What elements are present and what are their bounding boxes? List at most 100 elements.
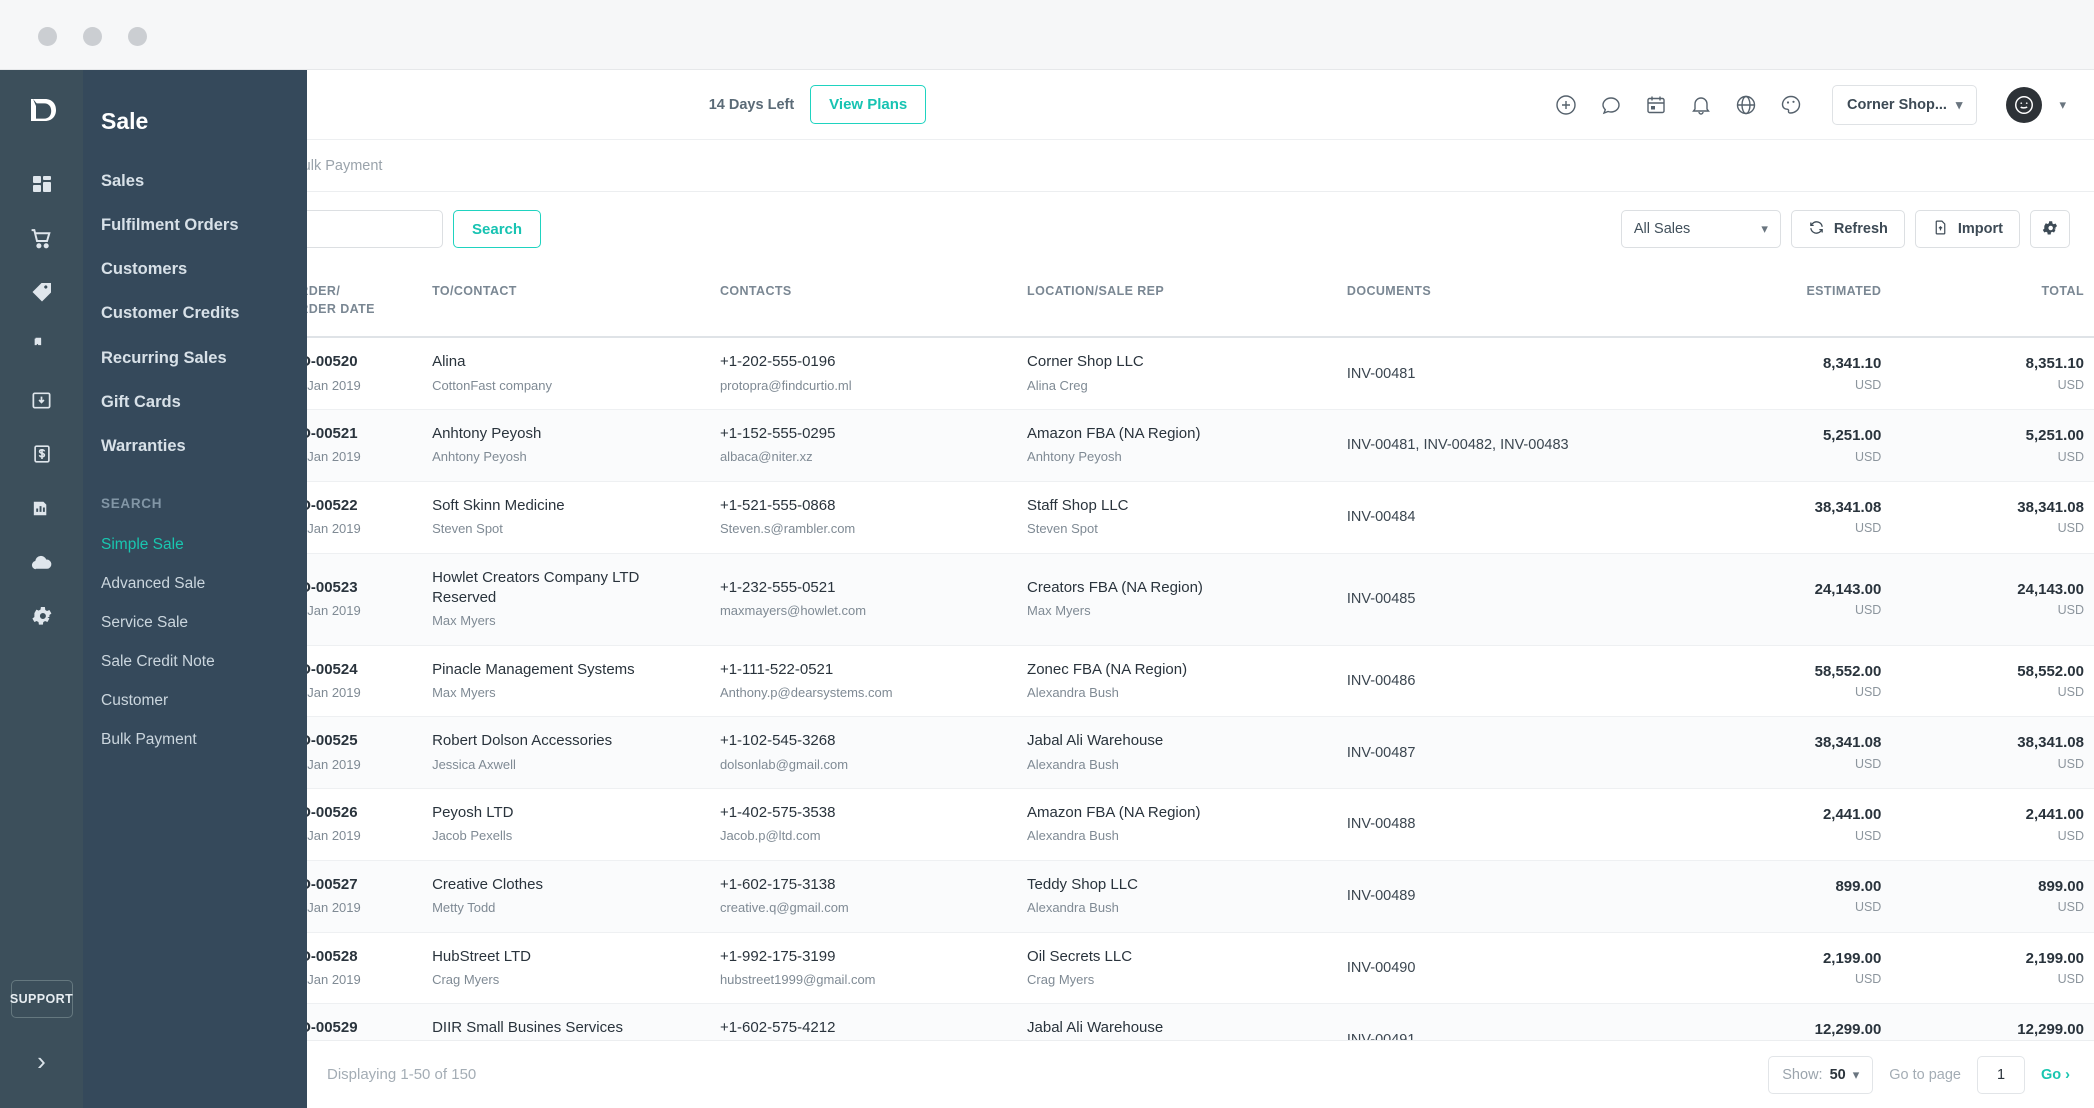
pagination-controls: Show: 50 ▾ Go to page Go › bbox=[1768, 1055, 2070, 1094]
window-maximize-button[interactable] bbox=[128, 27, 147, 46]
document-numbers: INV-00490 bbox=[1346, 959, 1416, 976]
table-row[interactable]: BackorderedSO-0052822 Jan 2019HubStreet … bbox=[83, 932, 2094, 1004]
contacts-cell: +1-111-522-0521 Anthony.p@dearsystems.com bbox=[710, 645, 1017, 717]
total-cell: 5,251.00 USD bbox=[1891, 410, 2094, 482]
customer-name: Soft Skinn Medicine bbox=[432, 496, 565, 514]
total-amount: 2,199.00 bbox=[2025, 949, 2084, 967]
refresh-button[interactable]: Refresh bbox=[1790, 210, 1905, 248]
window-close-button[interactable] bbox=[38, 27, 57, 46]
search-button[interactable]: Search bbox=[453, 210, 542, 248]
page-size-select[interactable]: Show: 50 ▾ bbox=[1768, 1055, 1874, 1094]
sales-filter-select[interactable]: All Sales ▾ bbox=[1620, 210, 1781, 248]
sidebar-item-production[interactable] bbox=[19, 377, 65, 423]
flyout-sub-item-4[interactable]: Customer bbox=[83, 681, 307, 720]
tag-icon bbox=[30, 280, 54, 304]
location-cell: Amazon FBA (NA Region) Alexandra Bush bbox=[1017, 789, 1337, 861]
app-logo-icon[interactable] bbox=[24, 92, 60, 133]
customer-name: Alina bbox=[432, 353, 466, 371]
column-header-documents[interactable]: DOCUMENTS bbox=[1336, 266, 1689, 339]
table-row[interactable]: ShippingSO-0052520 Jan 2019Robert Dolson… bbox=[83, 716, 2094, 789]
support-button[interactable]: SUPPORT bbox=[10, 980, 73, 1018]
estimated-cell: 5,251.00 USD bbox=[1689, 410, 1892, 482]
document-numbers: INV-00486 bbox=[1346, 672, 1416, 689]
customer-name: Creative Clothes bbox=[432, 875, 543, 893]
flyout-sub-item-5[interactable]: Bulk Payment bbox=[83, 720, 307, 759]
page-number-input[interactable] bbox=[1977, 1055, 2025, 1094]
calendar-icon[interactable] bbox=[1642, 91, 1670, 119]
flyout-item-6[interactable]: Warranties bbox=[83, 424, 307, 468]
to-contact-cell: Alina CottonFast company bbox=[422, 337, 710, 409]
flyout-item-4[interactable]: Recurring Sales bbox=[83, 336, 307, 380]
order-number: SO-00528 bbox=[289, 947, 358, 965]
table-row[interactable]: BackorderedSO-0052721 Jan 2019Creative C… bbox=[83, 860, 2094, 932]
pagination-bar: › Displaying 1-50 of 150 Show: 50 ▾ Go t… bbox=[83, 1040, 2094, 1108]
column-header-to-contact[interactable]: TO/CONTACT bbox=[422, 266, 710, 339]
total-cell: 8,351.10 USD bbox=[1891, 337, 2094, 409]
total-currency: USD bbox=[2057, 521, 2084, 536]
table-row[interactable]: InvoicingSO-0052115 Jan 2019Anhtony Peyo… bbox=[83, 409, 2094, 482]
estimated-amount: 5,251.00 bbox=[1822, 427, 1882, 444]
table-row[interactable]: PackedSO-0052317 Jan 2019Howlet Creators… bbox=[83, 553, 2094, 645]
palette-icon[interactable] bbox=[1777, 91, 1805, 119]
document-numbers: INV-00488 bbox=[1346, 816, 1416, 833]
flyout-sub-item-3[interactable]: Sale Credit Note bbox=[83, 642, 307, 681]
sidebar-item-integrations[interactable] bbox=[19, 539, 65, 585]
sidebar-item-sale[interactable] bbox=[19, 215, 65, 261]
contact-email: protopra@findcurtio.ml bbox=[719, 377, 852, 393]
customer-contact: Jessica Axwell bbox=[432, 756, 516, 772]
estimated-currency: USD bbox=[1854, 603, 1882, 618]
sidebar-item-settings[interactable] bbox=[19, 593, 65, 639]
table-row[interactable]: PickedSO-0052419 Jan 2019Pinacle Managem… bbox=[83, 645, 2094, 717]
account-menu-chevron-down-icon[interactable]: ▾ bbox=[2059, 97, 2066, 113]
sidebar-item-purchase[interactable] bbox=[19, 269, 65, 315]
column-header-total[interactable]: TOTAL bbox=[1891, 266, 2094, 339]
globe-icon[interactable] bbox=[1732, 91, 1760, 119]
chart-icon bbox=[30, 497, 53, 520]
avatar[interactable] bbox=[2006, 86, 2043, 123]
documents-cell: INV-00490 bbox=[1337, 932, 1689, 1004]
go-button[interactable]: Go › bbox=[2041, 1067, 2070, 1083]
sidebar-item-reports[interactable] bbox=[19, 485, 65, 531]
customer-name: DIIR Small Busines Services bbox=[432, 1019, 623, 1037]
flyout-sub-item-2[interactable]: Service Sale bbox=[83, 603, 307, 642]
column-header-estimated[interactable]: ESTIMATED bbox=[1688, 266, 1892, 339]
view-plans-button[interactable]: View Plans bbox=[810, 85, 927, 124]
flyout-item-5[interactable]: Gift Cards bbox=[83, 380, 307, 424]
table-row[interactable]: BackorderedSO-0052620 Jan 2019Peyosh LTD… bbox=[83, 789, 2094, 861]
total-amount: 38,341.08 bbox=[2017, 498, 2084, 516]
flyout-sub-item-0[interactable]: Simple Sale bbox=[83, 525, 307, 564]
grid-settings-button[interactable] bbox=[2030, 210, 2070, 248]
tenant-selector[interactable]: Corner Shop... ▾ bbox=[1832, 84, 1978, 125]
contact-phone: +1-102-545-3268 bbox=[719, 732, 836, 750]
column-header-contacts[interactable]: CONTACTS bbox=[709, 266, 1018, 339]
flyout-item-0[interactable]: Sales bbox=[83, 159, 307, 203]
sales-table-container: STATUS ORDER/ ORDER DATE TO/CONTACT CONT… bbox=[83, 266, 2094, 1040]
flyout-sub-item-1[interactable]: Advanced Sale bbox=[83, 564, 307, 603]
sidebar-item-dashboard[interactable] bbox=[19, 161, 65, 207]
add-circle-icon[interactable] bbox=[1552, 91, 1580, 119]
flyout-item-1[interactable]: Fulfilment Orders bbox=[83, 203, 307, 247]
window-minimize-button[interactable] bbox=[83, 27, 102, 46]
table-body: BackorderedSO-0052005 Jan 2019AlinaCotto… bbox=[83, 337, 2094, 1040]
contact-phone: +1-992-175-3199 bbox=[719, 947, 836, 965]
column-header-location-sale-rep[interactable]: LOCATION/SALE REP bbox=[1017, 266, 1337, 339]
table-row[interactable]: ShippingSO-0052923 Jan 2019DIIR Small Bu… bbox=[83, 1003, 2094, 1040]
estimated-currency: USD bbox=[1854, 685, 1882, 699]
chevron-down-icon: ▾ bbox=[1852, 1066, 1860, 1082]
flyout-item-3[interactable]: Customer Credits bbox=[83, 291, 307, 335]
cart-icon bbox=[29, 226, 54, 251]
chat-icon[interactable] bbox=[1597, 91, 1625, 119]
customer-contact: Max Myers bbox=[432, 684, 496, 700]
location-name: Corner Shop LLC bbox=[1027, 353, 1144, 371]
estimated-currency: USD bbox=[1854, 449, 1882, 464]
total-amount: 8,351.10 bbox=[2025, 355, 2084, 373]
table-row[interactable]: BackorderedSO-0052005 Jan 2019AlinaCotto… bbox=[83, 337, 2094, 410]
flyout-item-2[interactable]: Customers bbox=[83, 247, 307, 291]
icon-rail: SUPPORT › bbox=[0, 70, 83, 1108]
bell-icon[interactable] bbox=[1687, 91, 1715, 119]
import-button[interactable]: Import bbox=[1914, 210, 2020, 248]
sidebar-item-financials[interactable] bbox=[19, 431, 65, 477]
table-row[interactable]: OrderedSO-0052217 Jan 2019Soft Skinn Med… bbox=[83, 481, 2094, 553]
expand-sidebar-button[interactable]: › bbox=[37, 1048, 46, 1074]
sidebar-item-inventory[interactable] bbox=[19, 323, 65, 369]
